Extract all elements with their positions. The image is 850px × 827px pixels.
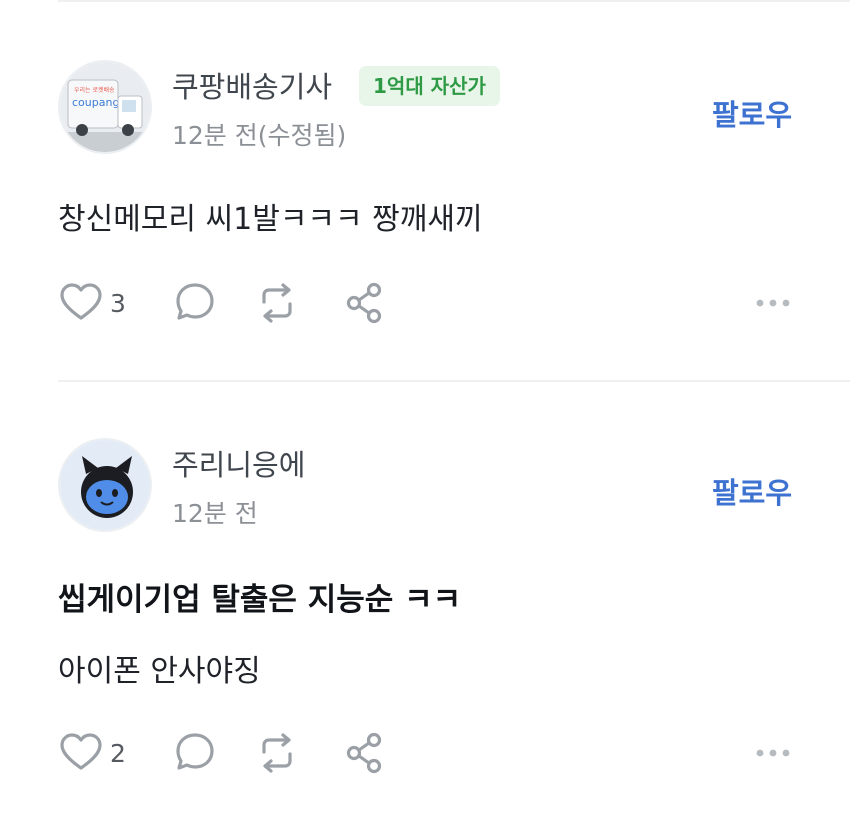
share-button[interactable] — [342, 730, 388, 776]
more-icon — [754, 744, 792, 763]
post-body: 아이폰 안사야징 — [58, 654, 261, 689]
repost-icon — [254, 730, 300, 776]
repost-button[interactable] — [254, 730, 300, 776]
post-time: 12분 전 — [172, 499, 258, 528]
like-count: 2 — [110, 738, 126, 768]
action-bar: 2 — [58, 730, 792, 776]
comment-button[interactable] — [172, 730, 218, 776]
comment-button[interactable] — [172, 280, 218, 326]
avatar[interactable]: 우리는 로켓배송 coupang — [58, 60, 152, 154]
action-bar: 3 — [58, 280, 792, 326]
follow-button[interactable]: 팔로우 — [712, 92, 792, 134]
share-icon — [342, 730, 388, 776]
avatar[interactable] — [58, 438, 152, 532]
like-button[interactable]: 2 — [58, 730, 126, 776]
repost-icon — [254, 280, 300, 326]
post-time: 12분 전(수정됨) — [172, 121, 347, 150]
author-name[interactable]: 주리니응에 — [172, 442, 305, 484]
comment-icon — [172, 280, 218, 326]
share-icon — [342, 280, 388, 326]
author-name[interactable]: 쿠팡배송기사 — [172, 64, 332, 106]
like-button[interactable]: 3 — [58, 280, 126, 326]
more-button[interactable] — [754, 730, 792, 776]
heart-icon — [58, 730, 104, 776]
heart-icon — [58, 280, 104, 326]
post-body: 창신메모리 씨1발ㅋㅋㅋ 짱깨새끼 — [58, 202, 483, 237]
post-divider — [58, 380, 850, 382]
avatar-logo-text: coupang — [72, 96, 119, 109]
top-divider — [58, 0, 850, 2]
svg-text:우리는 로켓배송: 우리는 로켓배송 — [74, 86, 115, 94]
repost-button[interactable] — [254, 280, 300, 326]
comment-icon — [172, 730, 218, 776]
post-title: 씹게이기업 탈출은 지능순 ㅋㅋ — [58, 582, 462, 618]
status-badge: 1억대 자산가 — [359, 66, 500, 106]
share-button[interactable] — [342, 280, 388, 326]
follow-button[interactable]: 팔로우 — [712, 470, 792, 512]
more-icon — [754, 294, 792, 313]
more-button[interactable] — [754, 280, 792, 326]
like-count: 3 — [110, 288, 126, 318]
